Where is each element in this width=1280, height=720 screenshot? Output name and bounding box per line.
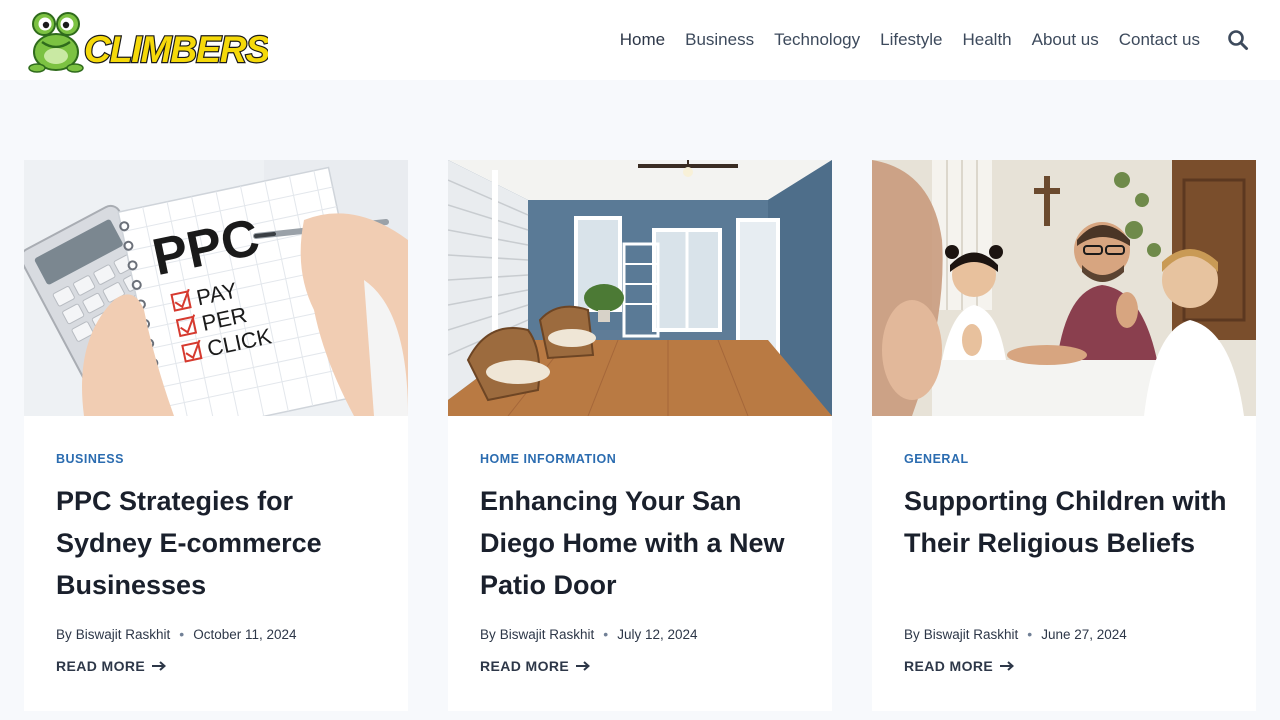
nav-business[interactable]: Business [675,28,764,52]
arrow-right-icon [1000,661,1015,671]
post-category[interactable]: HOME INFORMATION [480,452,616,466]
meta-separator: • [603,626,609,642]
post-body: GENERAL Supporting Children with Their R… [904,450,1234,564]
post-meta: By Biswajit Raskhit • July 12, 2024 [480,626,698,642]
post-category[interactable]: GENERAL [904,452,969,466]
post-by-label: By [56,626,72,642]
post-date: October 11, 2024 [193,626,297,642]
post-image-family-prayer[interactable] [872,160,1256,416]
arrow-right-icon [152,661,167,671]
read-more-link[interactable]: READ MORE [480,658,591,674]
nav-about-us[interactable]: About us [1022,28,1109,52]
post-body: HOME INFORMATION Enhancing Your San Dieg… [480,450,810,606]
nav-contact-us[interactable]: Contact us [1109,28,1210,52]
site-logo[interactable]: CLIMBERS [28,8,268,74]
post-card: GENERAL Supporting Children with Their R… [872,160,1256,711]
post-author[interactable]: Biswajit Raskhit [924,627,1019,642]
arrow-right-icon [576,661,591,671]
post-date: June 27, 2024 [1041,626,1127,642]
main-nav: Home Business Technology Lifestyle Healt… [610,28,1210,52]
site-header: CLIMBERS Home Business Technology Lifest… [0,0,1280,80]
nav-lifestyle[interactable]: Lifestyle [870,28,952,52]
post-card: PPC PAY PER CLICK BUSINESS PPC Strategie… [24,160,408,711]
post-title[interactable]: Supporting Children with Their Religious… [904,480,1234,564]
meta-separator: • [179,626,185,642]
read-more-label: READ MORE [56,658,146,674]
nav-technology[interactable]: Technology [764,28,870,52]
post-by-label: By [480,626,496,642]
post-title[interactable]: PPC Strategies for Sydney E-commerce Bus… [56,480,386,606]
search-icon[interactable] [1226,28,1250,52]
logo-text: CLIMBERS [84,29,268,70]
read-more-link[interactable]: READ MORE [56,658,167,674]
read-more-label: READ MORE [904,658,994,674]
post-card: HOME INFORMATION Enhancing Your San Dieg… [448,160,832,711]
post-body: BUSINESS PPC Strategies for Sydney E-com… [56,450,386,606]
post-title[interactable]: Enhancing Your San Diego Home with a New… [480,480,810,606]
post-author[interactable]: Biswajit Raskhit [500,627,595,642]
post-image-patio[interactable] [448,160,832,416]
post-author[interactable]: Biswajit Raskhit [76,627,171,642]
nav-health[interactable]: Health [952,28,1021,52]
post-category[interactable]: BUSINESS [56,452,124,466]
read-more-label: READ MORE [480,658,570,674]
post-meta: By Biswajit Raskhit • June 27, 2024 [904,626,1127,642]
post-by-label: By [904,626,920,642]
meta-separator: • [1027,626,1033,642]
nav-home[interactable]: Home [610,28,675,52]
frog-icon [28,12,84,73]
post-meta: By Biswajit Raskhit • October 11, 2024 [56,626,297,642]
post-image-ppc[interactable]: PPC PAY PER CLICK [24,160,408,416]
post-date: July 12, 2024 [617,626,698,642]
read-more-link[interactable]: READ MORE [904,658,1015,674]
